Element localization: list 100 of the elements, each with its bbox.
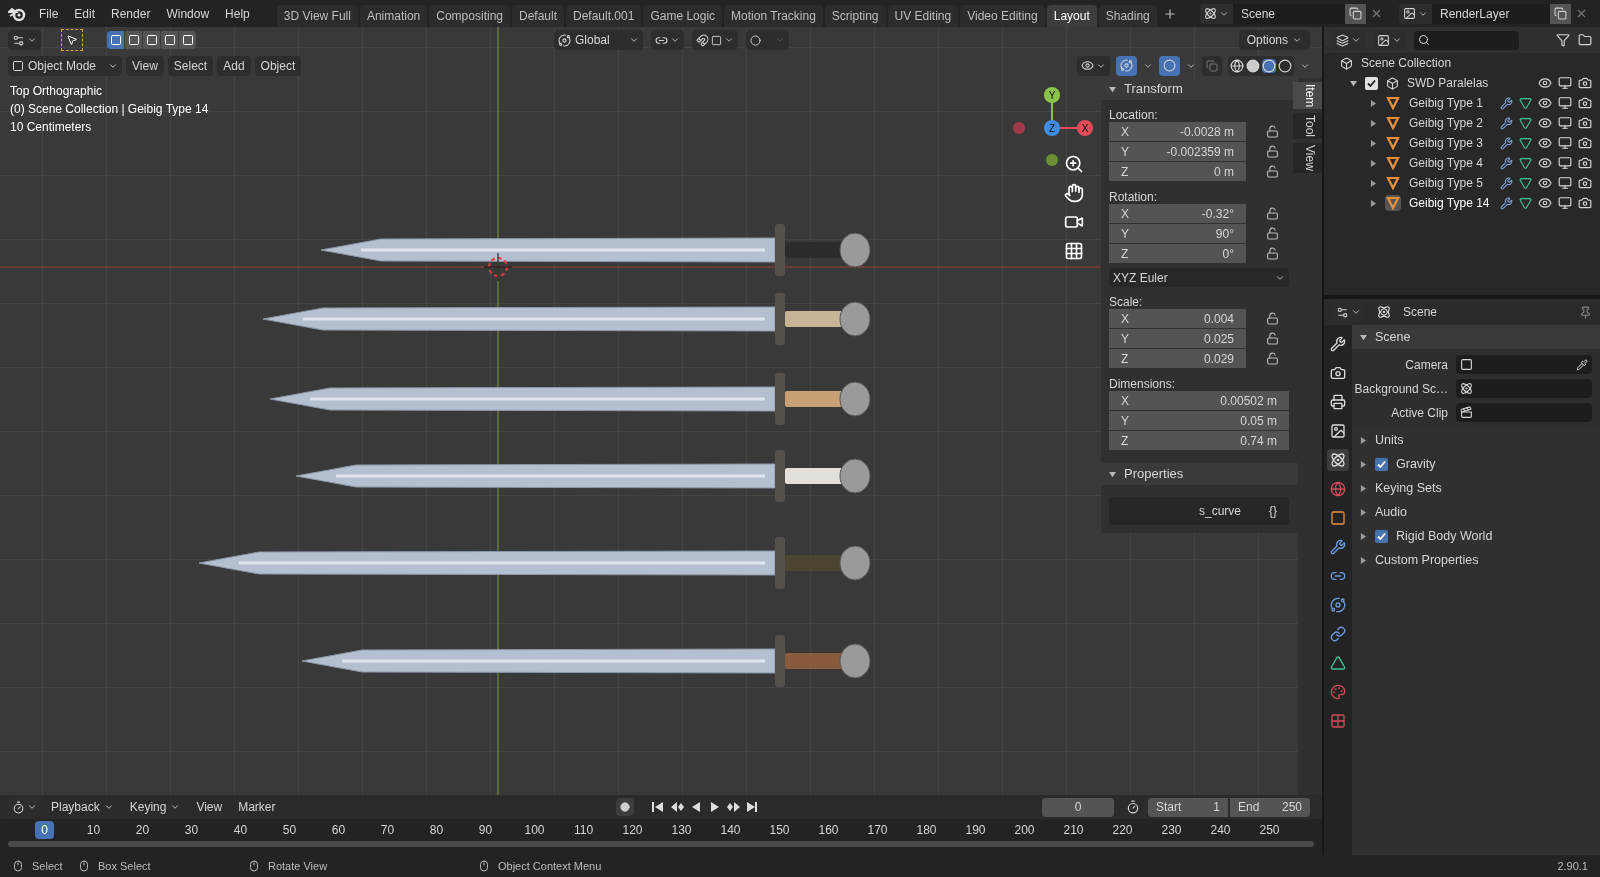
number-field[interactable]: Z 0.029 bbox=[1109, 349, 1246, 368]
panel-title[interactable]: Rigid Body World bbox=[1396, 526, 1493, 546]
menu-item[interactable]: Render bbox=[104, 4, 158, 23]
expand-arrow-icon[interactable] bbox=[1360, 556, 1367, 564]
eye-icon[interactable] bbox=[1538, 96, 1552, 110]
scene-field[interactable]: Scene bbox=[1233, 3, 1345, 24]
timeline-menu[interactable]: Playback bbox=[45, 798, 120, 816]
rendered-shading-icon[interactable] bbox=[1278, 58, 1292, 73]
eye-icon[interactable] bbox=[1538, 116, 1552, 130]
eye-icon[interactable] bbox=[1538, 176, 1552, 190]
eye-icon[interactable] bbox=[1538, 196, 1552, 210]
mesh-icon[interactable] bbox=[1385, 195, 1401, 211]
expand-arrow-icon[interactable] bbox=[1360, 333, 1367, 341]
workspace-tab[interactable]: UV Editing bbox=[887, 5, 959, 27]
panel-title[interactable]: Keying Sets bbox=[1375, 478, 1442, 498]
menu-item[interactable]: Help bbox=[218, 4, 257, 23]
pivot-button[interactable] bbox=[651, 30, 684, 50]
search-field[interactable] bbox=[1414, 30, 1519, 50]
add-icon[interactable] bbox=[1162, 6, 1177, 21]
menu-item[interactable]: Edit bbox=[67, 4, 103, 23]
expand-arrow-icon[interactable] bbox=[1370, 139, 1377, 147]
timeline-menu[interactable]: Keying bbox=[123, 798, 187, 816]
number-field[interactable]: Y 90° bbox=[1109, 224, 1246, 243]
triangle-icon[interactable] bbox=[1519, 136, 1532, 150]
outliner-item[interactable]: SWD Paralelas bbox=[1407, 74, 1489, 92]
scene-type-button[interactable] bbox=[1200, 3, 1233, 24]
triangle-icon[interactable] bbox=[1519, 196, 1532, 210]
workspace-tab[interactable]: Default bbox=[512, 5, 564, 27]
jump-to-end-icon[interactable] bbox=[744, 800, 760, 814]
custom-property-field[interactable]: s_curve {} bbox=[1109, 497, 1289, 525]
pin-icon[interactable] bbox=[1579, 305, 1592, 319]
triangle-icon[interactable] bbox=[1519, 116, 1532, 130]
eye-icon[interactable] bbox=[1538, 156, 1552, 170]
number-field[interactable]: Y 0.025 bbox=[1109, 329, 1246, 348]
filter-icon[interactable] bbox=[1556, 33, 1570, 47]
selection-mode-button[interactable] bbox=[125, 31, 142, 49]
lock-icon[interactable] bbox=[1266, 247, 1279, 260]
lock-icon[interactable] bbox=[1266, 332, 1279, 345]
hand-icon[interactable] bbox=[1064, 183, 1084, 203]
camera-icon[interactable] bbox=[1578, 96, 1592, 110]
stopwatch-icon[interactable] bbox=[1126, 800, 1140, 814]
number-field[interactable]: X 0.00502 m bbox=[1109, 391, 1289, 410]
id-field[interactable] bbox=[1456, 379, 1592, 398]
monitor-icon[interactable] bbox=[1558, 136, 1572, 150]
expand-arrow-icon[interactable] bbox=[1370, 99, 1377, 107]
monitor-icon[interactable] bbox=[1558, 196, 1572, 210]
camera-icon[interactable] bbox=[1578, 196, 1592, 210]
sidebar-tab[interactable]: Tool bbox=[1293, 113, 1322, 140]
camera-icon[interactable] bbox=[1578, 76, 1592, 90]
panel-title[interactable]: Gravity bbox=[1396, 454, 1436, 474]
options-dropdown[interactable]: Options bbox=[1238, 30, 1310, 50]
select-tool-button[interactable] bbox=[61, 29, 83, 51]
end-frame-field[interactable]: End 250 bbox=[1230, 797, 1310, 817]
grid-icon[interactable] bbox=[1064, 241, 1084, 261]
wrench-icon[interactable] bbox=[1500, 196, 1513, 210]
camera-icon[interactable] bbox=[1578, 116, 1592, 130]
workspace-tab[interactable]: Animation bbox=[359, 5, 428, 27]
panel-title[interactable]: Audio bbox=[1375, 502, 1407, 522]
eye-icon[interactable] bbox=[1538, 136, 1552, 150]
close-icon[interactable] bbox=[1370, 7, 1383, 20]
snap-button[interactable] bbox=[692, 30, 738, 50]
panel-header[interactable]: Transform bbox=[1101, 78, 1298, 100]
overlays-button[interactable] bbox=[1159, 55, 1180, 76]
mesh-icon[interactable] bbox=[1385, 155, 1401, 171]
panel-title[interactable]: Units bbox=[1375, 430, 1404, 450]
workspace-tab[interactable]: Scripting bbox=[824, 5, 886, 27]
eye-icon[interactable] bbox=[1538, 76, 1552, 90]
workspace-tab[interactable]: 3D View Full bbox=[276, 5, 358, 27]
wrench-icon[interactable] bbox=[1500, 96, 1513, 110]
expand-arrow-icon[interactable] bbox=[1350, 79, 1357, 87]
number-field[interactable]: Y -0.002359 m bbox=[1109, 142, 1246, 161]
workspace-tab[interactable]: Layout bbox=[1046, 5, 1097, 27]
next-keyframe-icon[interactable] bbox=[725, 800, 741, 814]
outliner-item[interactable]: Geibig Type 2 bbox=[1409, 114, 1483, 132]
visibility-button[interactable] bbox=[1077, 55, 1110, 76]
header-menu[interactable]: View bbox=[126, 55, 164, 76]
new-collection-icon[interactable] bbox=[1578, 33, 1592, 47]
expand-arrow-icon[interactable] bbox=[1360, 436, 1367, 444]
lock-icon[interactable] bbox=[1266, 207, 1279, 220]
number-field[interactable]: Z 0° bbox=[1109, 244, 1246, 263]
wrench-icon[interactable] bbox=[1500, 136, 1513, 150]
menu-item[interactable]: Window bbox=[159, 4, 217, 23]
workspace-tab[interactable]: Shading bbox=[1098, 5, 1157, 27]
outliner-item[interactable]: Geibig Type 5 bbox=[1409, 174, 1483, 192]
lock-icon[interactable] bbox=[1266, 352, 1279, 365]
monitor-icon[interactable] bbox=[1558, 76, 1572, 90]
expand-arrow-icon[interactable] bbox=[1370, 179, 1377, 187]
outliner-item[interactable]: Scene Collection bbox=[1361, 54, 1452, 72]
expand-arrow-icon[interactable] bbox=[1360, 508, 1367, 516]
start-frame-field[interactable]: Start 1 bbox=[1148, 797, 1228, 817]
header-menu[interactable]: Select bbox=[167, 55, 214, 76]
outliner-item[interactable]: Geibig Type 4 bbox=[1409, 154, 1483, 172]
navigation-gizmo[interactable]: Y Z X bbox=[1013, 87, 1093, 166]
menu-item[interactable]: File bbox=[32, 4, 66, 23]
sidebar-tab[interactable]: Item bbox=[1293, 82, 1322, 110]
transform-pivot-button[interactable] bbox=[8, 30, 41, 50]
mesh-icon[interactable] bbox=[1385, 95, 1401, 111]
record-button[interactable] bbox=[615, 798, 634, 816]
workspace-tab[interactable]: Default.001 bbox=[566, 5, 642, 27]
outliner-item[interactable]: Geibig Type 14 bbox=[1409, 194, 1490, 212]
